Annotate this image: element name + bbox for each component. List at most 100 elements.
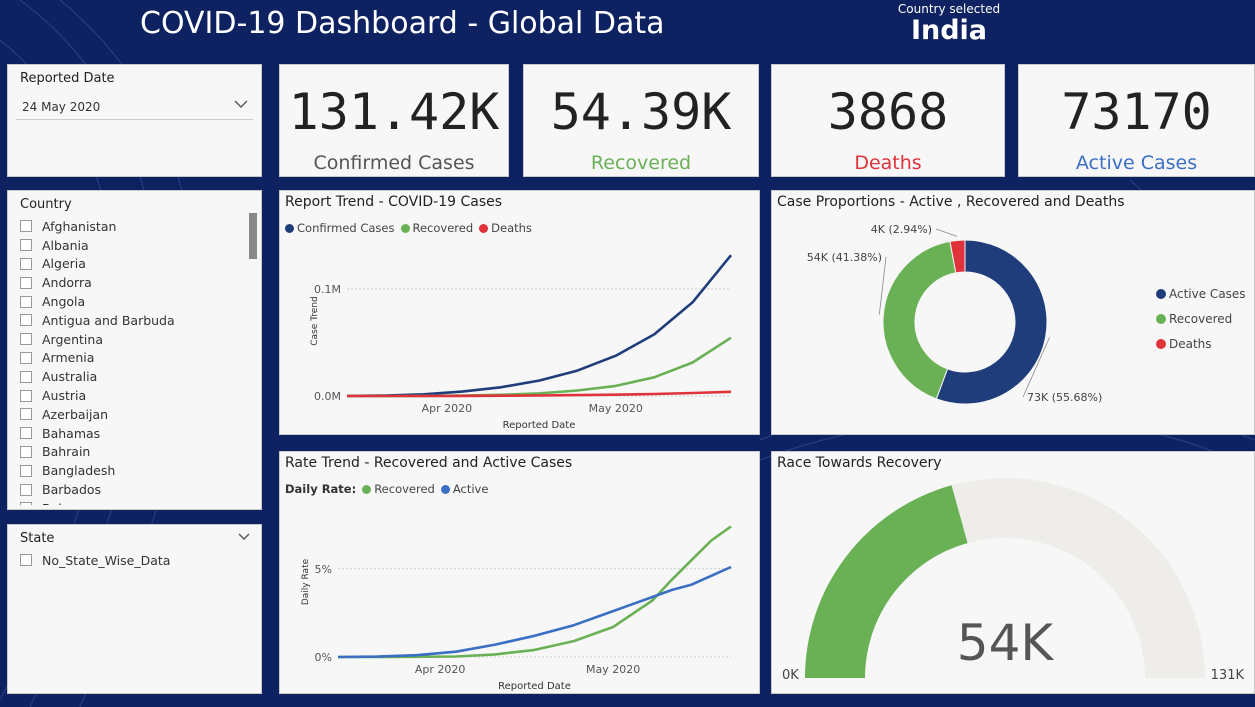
checkbox[interactable] [20,427,32,440]
checkbox[interactable] [20,464,32,477]
legend-label[interactable]: Deaths [1169,337,1212,351]
country-item[interactable]: Azerbaijan [20,405,245,424]
gauge-fill [805,485,968,678]
rate-trend-chart: Rate Trend - Recovered and Active Cases … [279,451,760,694]
checkbox[interactable] [20,333,32,346]
chevron-down-icon[interactable] [237,531,251,543]
x-tick-label: May 2020 [586,663,640,676]
y-tick-label: 0% [315,651,332,664]
chevron-down-icon [234,100,248,108]
series-line-recovered[interactable] [347,336,732,398]
data-label: 73K (55.68%) [1027,391,1102,404]
checkbox[interactable] [20,314,32,327]
country-item-label: Algeria [42,256,86,272]
country-slicer-title: Country [20,197,72,212]
country-item[interactable]: Afghanistan [20,217,245,236]
country-item-label: Azerbaijan [42,406,109,422]
country-item-label: Antigua and Barbuda [42,312,175,328]
legend-label[interactable]: Active Cases [1169,287,1246,301]
country-item-label: Andorra [42,275,92,291]
data-label: 54K (41.38%) [807,251,882,264]
y-tick-label: 5% [315,563,332,576]
x-axis-label: Reported Date [503,420,576,431]
checkbox[interactable] [20,389,32,402]
country-item-label: Austria [42,388,87,404]
checkbox[interactable] [20,483,32,496]
leader-line [935,228,958,237]
country-item[interactable]: Antigua and Barbuda [20,311,245,330]
series-line-confirmed-cases[interactable] [346,254,733,398]
x-tick-label: May 2020 [589,402,643,415]
checkbox[interactable] [20,295,32,308]
checkbox[interactable] [20,220,32,233]
country-item-label: Albania [42,237,89,253]
kpi-recovered-value: 54.39K [550,83,732,141]
kpi-active-value: 73170 [1061,83,1212,141]
country-item[interactable]: Armenia [20,349,245,368]
country-item[interactable]: Albania [20,236,245,255]
donut-slice-recovered[interactable] [882,240,957,400]
country-item[interactable]: Barbados [20,480,245,499]
country-scrollbar[interactable] [249,213,257,259]
state-slicer: State No_State_Wise_Data [7,524,262,694]
country-item[interactable]: Austria [20,386,245,405]
checkbox[interactable] [20,554,32,567]
kpi-recovered-label: Recovered [590,152,692,174]
country-item[interactable]: Bahrain [20,443,245,462]
checkbox[interactable] [20,239,32,252]
country-item[interactable]: Australia [20,367,245,386]
race-gauge: 54K 0K 131K [782,478,1244,683]
reported-date-value: 24 May 2020 [22,100,101,114]
country-item[interactable]: Bangladesh [20,461,245,480]
country-item-label: Bahamas [42,425,101,441]
y-axis-label: Daily Rate [301,558,311,605]
reported-date-title: Reported Date [20,71,115,86]
x-tick-label: Apr 2020 [415,663,466,676]
country-item-label: Afghanistan [42,218,117,234]
reported-date-dropdown[interactable]: 24 May 2020 [16,93,253,120]
state-item[interactable]: No_State_Wise_Data [20,551,170,570]
legend-dot [1156,339,1166,349]
kpi-deaths-card: 3868 Deaths [771,64,1005,177]
checkbox[interactable] [20,502,32,505]
country-item[interactable]: Andorra [20,273,245,292]
legend-label[interactable]: Recovered [1169,312,1232,326]
kpi-confirmed-value: 131.42K [288,83,500,141]
race-towards-recovery-chart: Race Towards Recovery 54K 0K 131K [771,451,1255,694]
country-item[interactable]: Algeria [20,255,245,274]
page-title: COVID-19 Dashboard - Global Data [140,6,665,41]
kpi-confirmed-label: Confirmed Cases [313,152,475,174]
country-item[interactable]: Bahamas [20,424,245,443]
case-proportions-chart: Case Proportions - Active , Recovered an… [771,190,1255,435]
y-axis-label: Case Trend [310,296,320,346]
checkbox[interactable] [20,257,32,270]
legend-dot [1156,289,1166,299]
checkbox[interactable] [20,276,32,289]
state-item-label: No_State_Wise_Data [42,552,171,568]
country-slicer: Country Afghanistan Albania Algeria Andorra… [7,190,262,510]
state-slicer-title: State [20,531,55,546]
checkbox[interactable] [20,408,32,421]
checkbox[interactable] [20,445,32,458]
country-selected: Country selected India [880,2,1018,46]
data-label: 4K (2.94%) [871,223,932,236]
gauge-value: 54K [957,614,1055,672]
kpi-active-card: 73170 Active Cases [1018,64,1255,177]
country-item-label: Angola [42,294,86,310]
rate-trend-plot: 0% 5% Apr 2020 May 2020 Reported Date Daily R… [301,525,732,692]
gauge-min-label: 0K [782,668,799,683]
country-item[interactable]: Belarus [20,499,245,505]
kpi-deaths-value: 3868 [827,83,949,141]
reported-date-slicer: Reported Date 24 May 2020 [7,64,262,177]
country-item-label: Bahrain [42,444,91,460]
kpi-recovered-card: 54.39K Recovered [523,64,759,177]
country-item[interactable]: Angola [20,292,245,311]
country-list: Afghanistan Albania Algeria Andorra Angola An… [20,217,245,505]
country-item-label: Belarus [42,501,89,505]
x-tick-label: Apr 2020 [422,402,473,415]
checkbox[interactable] [20,370,32,383]
country-item-label: Barbados [42,482,102,498]
country-item[interactable]: Argentina [20,330,245,349]
checkbox[interactable] [20,351,32,364]
series-line-recovered[interactable] [338,525,732,659]
